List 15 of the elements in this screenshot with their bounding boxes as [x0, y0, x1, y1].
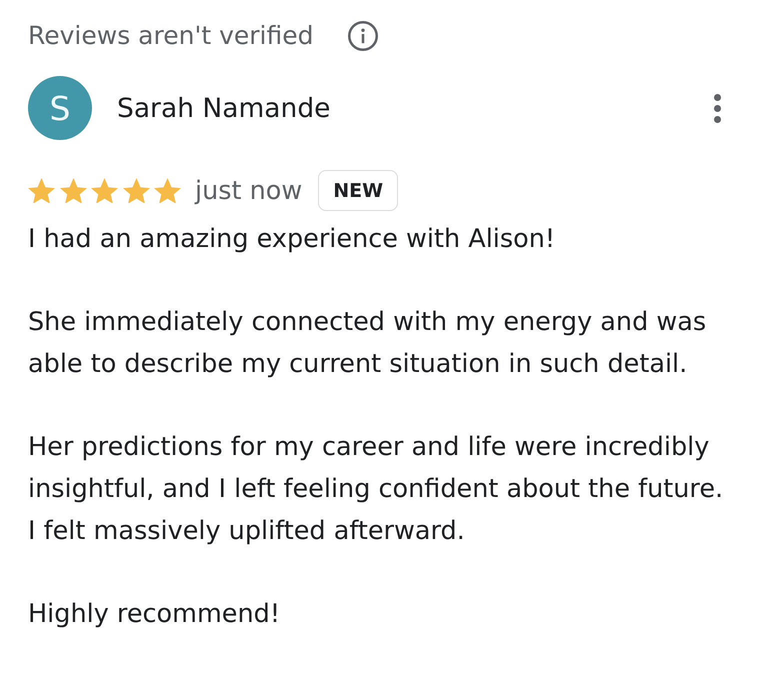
- review-paragraph: Highly recommend!: [28, 598, 282, 632]
- review-paragraph: I had an amazing experience with Alison!: [28, 223, 556, 256]
- filled-star-icon: [60, 178, 86, 204]
- more-options-icon[interactable]: [714, 94, 721, 122]
- reviewer-name[interactable]: Sarah Namande: [117, 92, 330, 124]
- filled-star-icon: [154, 178, 181, 204]
- review-paragraph: Her predictions for my career and life were incredibly insightful, and I left feeling confident about the future. I felt massively uplifted afterward.: [28, 431, 724, 548]
- info-icon[interactable]: [348, 21, 378, 51]
- filled-star-icon: [91, 178, 118, 204]
- review-time: just now: [195, 176, 302, 206]
- filled-star-icon: [122, 178, 150, 204]
- notice-text: Reviews aren't verified: [28, 20, 314, 52]
- new-badge: NEW: [318, 170, 398, 211]
- filled-star-icon: [28, 178, 55, 204]
- review-paragraph: She immediately connected with my energy and was able to describe my current situation in such detail.: [28, 306, 708, 382]
